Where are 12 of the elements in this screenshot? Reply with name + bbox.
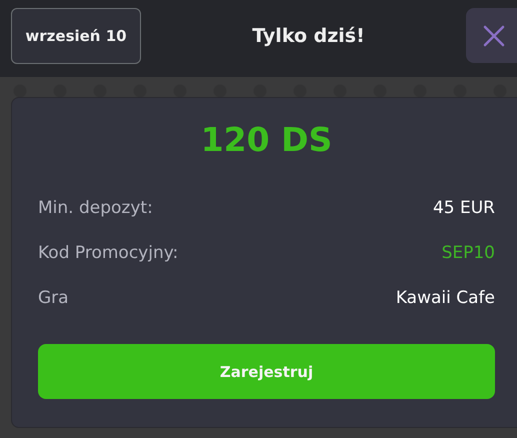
promo-title: Tylko dziś! xyxy=(251,24,366,46)
close-icon xyxy=(483,24,505,46)
close-button[interactable] xyxy=(466,8,517,63)
detail-label: Kod Promocyjny: xyxy=(38,242,178,262)
date-label: wrzesień 10 xyxy=(11,8,141,64)
register-button[interactable]: Zarejestruj xyxy=(38,344,495,399)
detail-label: Min. depozyt: xyxy=(38,198,153,218)
detail-label: Gra xyxy=(38,288,69,308)
detail-value: Kawaii Cafe xyxy=(396,288,495,308)
promo-code: SEP10 xyxy=(442,242,495,262)
bonus-amount: 120 DS xyxy=(200,120,332,159)
detail-value: 45 EUR xyxy=(432,198,495,218)
